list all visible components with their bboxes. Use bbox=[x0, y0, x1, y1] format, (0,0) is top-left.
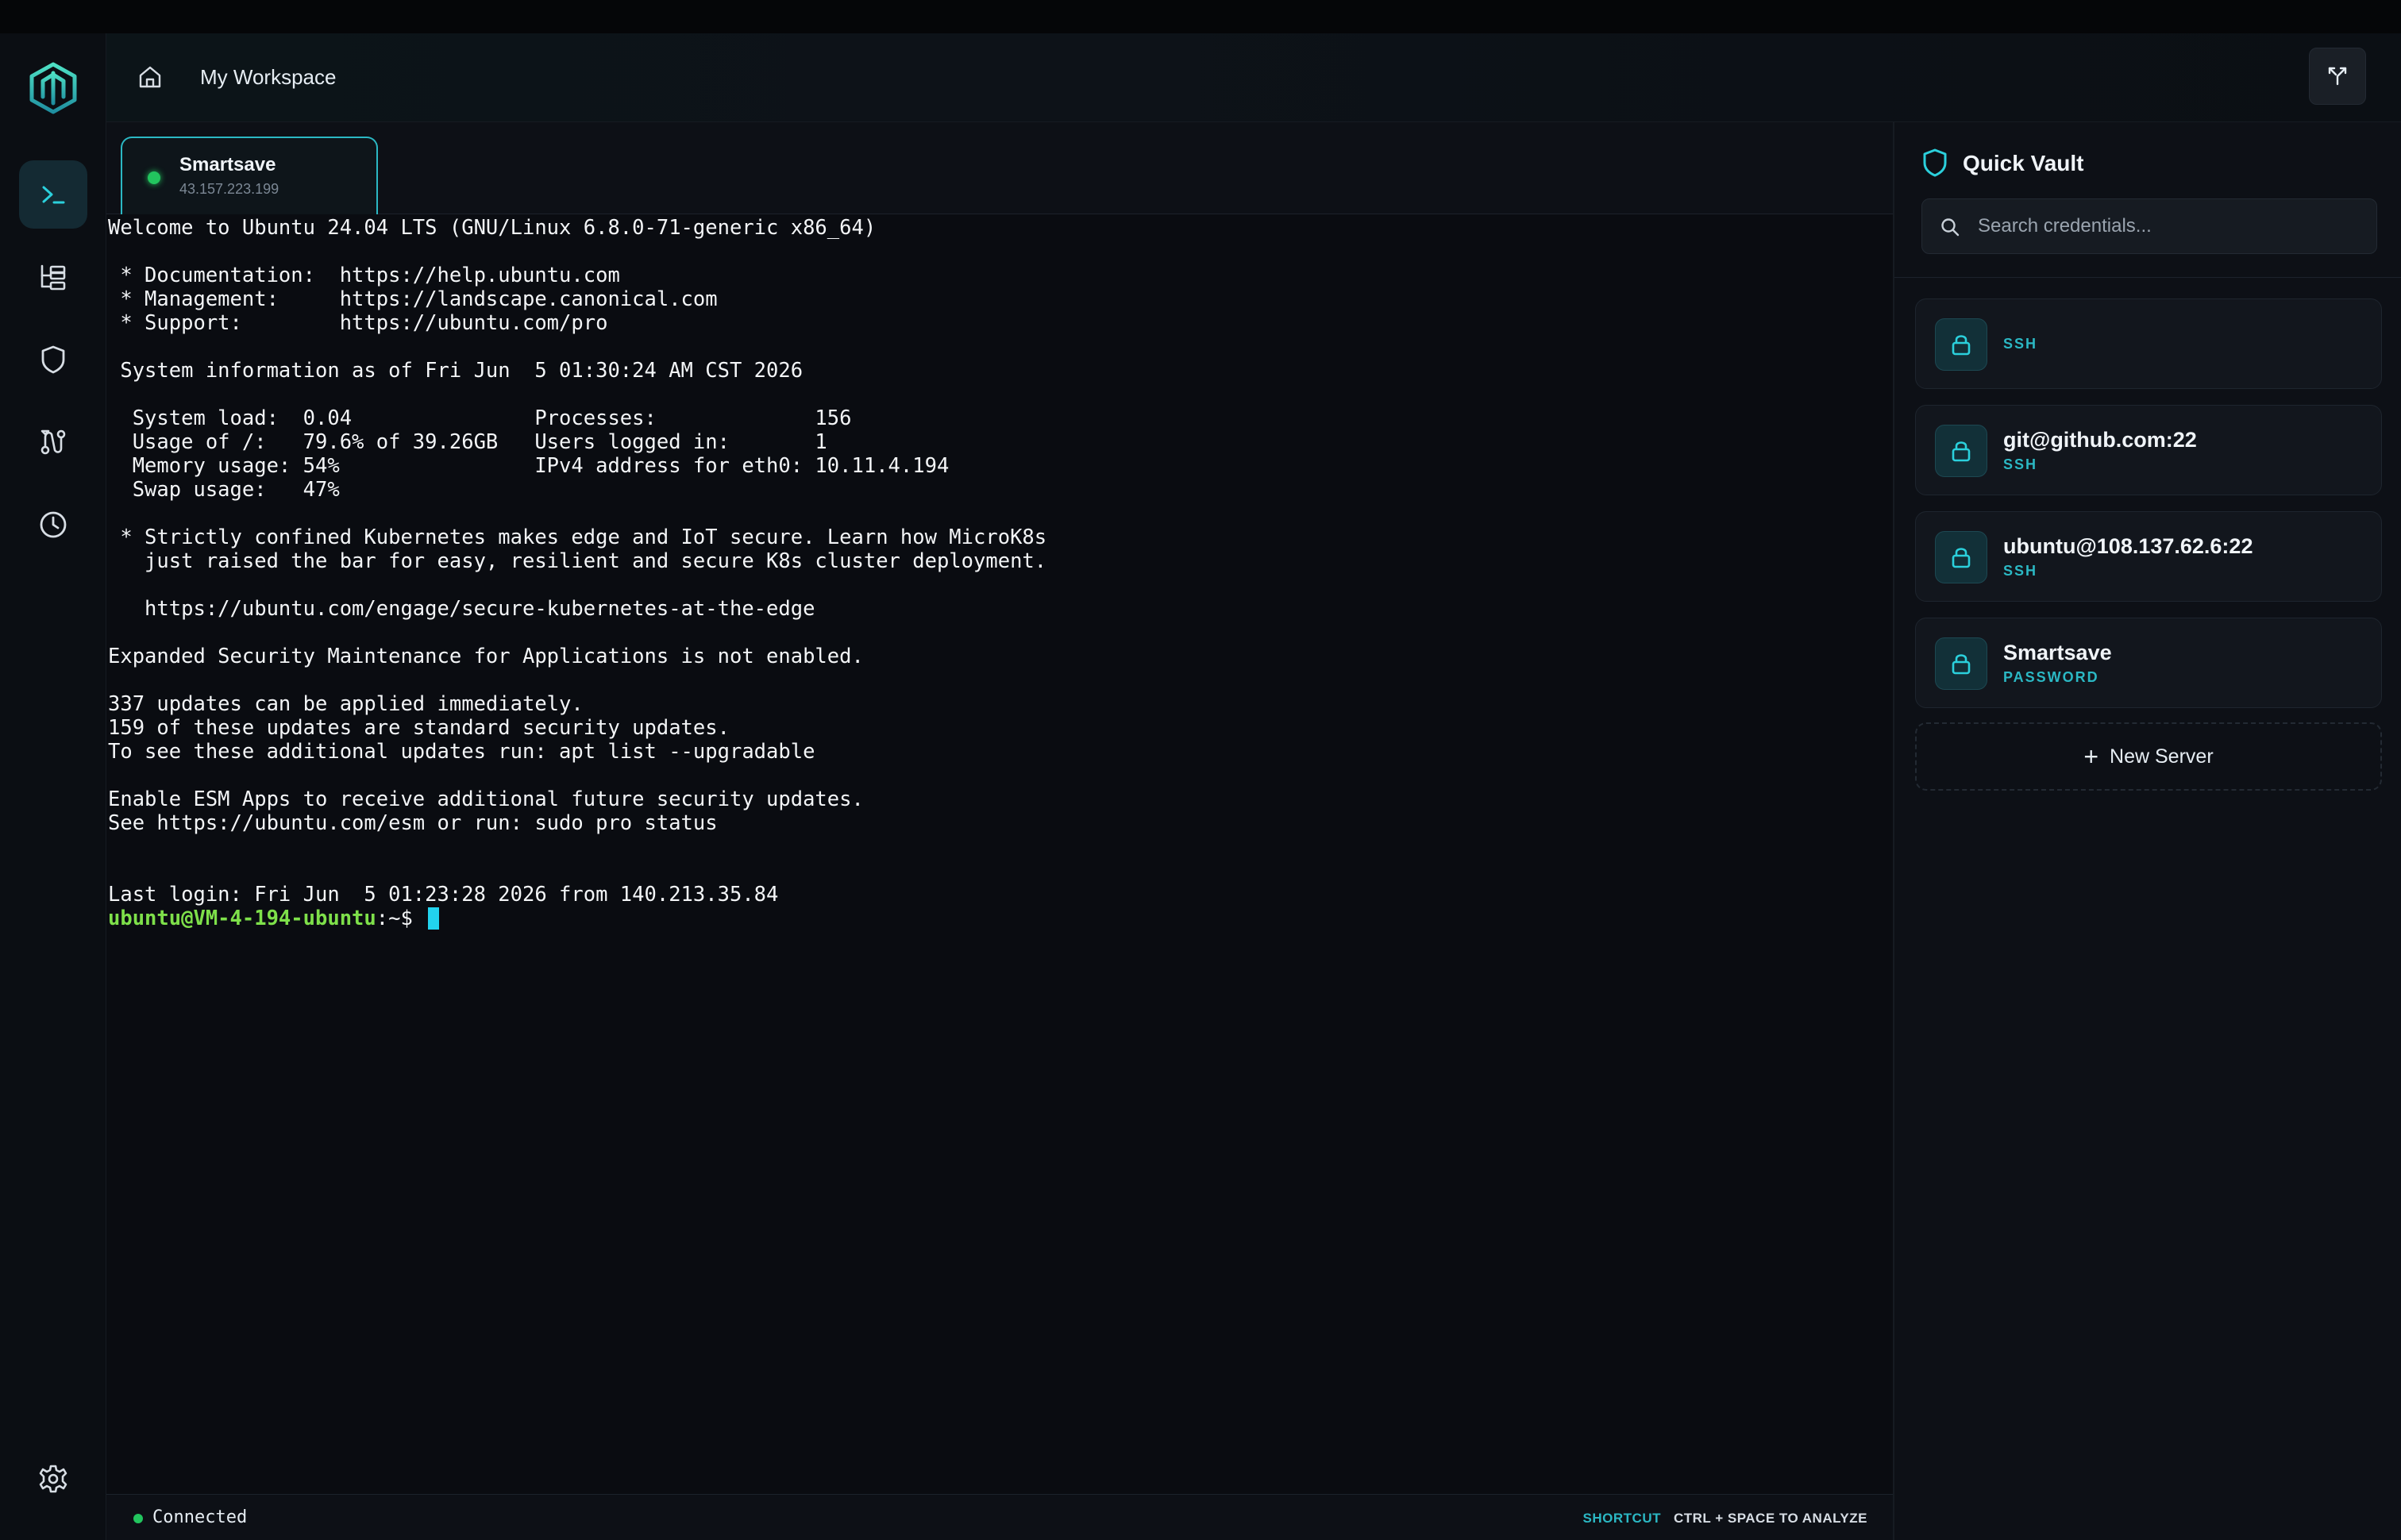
app-logo-icon bbox=[29, 62, 77, 114]
credential-type: SSH bbox=[2003, 336, 2038, 352]
settings-gear-icon bbox=[39, 1465, 67, 1493]
search-input[interactable] bbox=[1976, 199, 2365, 253]
terminal-line: * Documentation: https://help.ubuntu.com bbox=[108, 264, 620, 287]
prompt-user: ubuntu@VM-4-194-ubuntu bbox=[108, 907, 376, 930]
plus-icon: + bbox=[2083, 742, 2099, 771]
terminal-line: * Support: https://ubuntu.com/pro bbox=[108, 311, 608, 335]
nav-terminal[interactable] bbox=[19, 160, 87, 229]
credential-name: ubuntu@108.137.62.6:22 bbox=[2003, 534, 2253, 558]
lock-icon-box bbox=[1935, 425, 1987, 477]
new-server-button[interactable]: + New Server bbox=[1915, 722, 2382, 791]
lock-icon-box bbox=[1935, 318, 1987, 371]
lock-icon bbox=[1952, 335, 1971, 356]
credential-type: PASSWORD bbox=[2003, 669, 2099, 685]
shortcut-keys: CTRL + SPACE TO ANALYZE bbox=[1673, 1511, 1867, 1526]
history-clock-icon bbox=[40, 511, 67, 538]
lock-icon bbox=[1952, 654, 1971, 675]
online-status-dot bbox=[148, 171, 160, 184]
expand-button[interactable] bbox=[2309, 48, 2366, 105]
nav-routes[interactable] bbox=[19, 408, 87, 476]
connection-status-dot bbox=[133, 1514, 143, 1523]
folder-tree-icon bbox=[40, 264, 66, 291]
terminal-line: Welcome to Ubuntu 24.04 LTS (GNU/Linux 6… bbox=[108, 216, 877, 240]
shortcut-label: SHORTCUT bbox=[1582, 1511, 1661, 1526]
tab-name: Smartsave bbox=[179, 154, 276, 175]
quick-vault-panel: Quick Vault SSH git@github.com:22 SSH bbox=[1893, 122, 2401, 1540]
terminal-line: Swap usage: 47% bbox=[108, 478, 340, 502]
terminal-prompt-line[interactable]: ubuntu@VM-4-194-ubuntu:~$ bbox=[108, 907, 1893, 930]
terminal-icon bbox=[42, 186, 65, 204]
terminal-line: To see these additional updates run: apt… bbox=[108, 740, 815, 764]
sidebar bbox=[0, 33, 106, 1540]
expand-arrows-icon bbox=[2328, 67, 2347, 86]
terminal-line: System load: 0.04 Processes: 156 bbox=[108, 406, 852, 430]
credential-item[interactable]: git@github.com:22 SSH bbox=[1915, 405, 2382, 495]
search-icon bbox=[1941, 218, 1960, 237]
terminal-line: Expanded Security Maintenance for Applic… bbox=[108, 645, 864, 668]
home-icon[interactable] bbox=[137, 64, 164, 90]
lock-icon bbox=[1952, 441, 1971, 462]
route-icon bbox=[40, 429, 66, 455]
terminal-line: https://ubuntu.com/engage/secure-kuberne… bbox=[108, 597, 815, 621]
terminal-line: System information as of Fri Jun 5 01:30… bbox=[108, 359, 804, 383]
session-tabs: Smartsave 43.157.223.199 bbox=[106, 122, 1893, 216]
credential-name: Smartsave bbox=[2003, 641, 2112, 664]
terminal-line: Enable ESM Apps to receive additional fu… bbox=[108, 787, 864, 811]
new-server-label: New Server bbox=[2110, 745, 2214, 768]
lock-icon-box bbox=[1935, 637, 1987, 690]
terminal-cursor bbox=[428, 907, 440, 930]
terminal-line: 159 of these updates are standard securi… bbox=[108, 716, 730, 740]
status-bar: Connected SHORTCUT CTRL + SPACE TO ANALY… bbox=[106, 1494, 1893, 1540]
connection-status: Connected bbox=[152, 1507, 248, 1527]
shield-icon bbox=[41, 345, 65, 374]
credential-type: SSH bbox=[2003, 563, 2038, 579]
terminal-line: Usage of /: 79.6% of 39.26GB Users logge… bbox=[108, 430, 827, 454]
lock-icon-box bbox=[1935, 531, 1987, 583]
credential-item[interactable]: Smartsave PASSWORD bbox=[1915, 618, 2382, 708]
vault-title: Quick Vault bbox=[1963, 151, 2084, 175]
vault-header: Quick Vault bbox=[1894, 122, 2401, 278]
tab-smartsave[interactable]: Smartsave 43.157.223.199 bbox=[121, 137, 378, 216]
nav-file-tree[interactable] bbox=[19, 243, 87, 311]
terminal-line: * Management: https://landscape.canonica… bbox=[108, 287, 718, 311]
terminal-line: Memory usage: 54% IPv4 address for eth0:… bbox=[108, 454, 950, 478]
nav-vault[interactable] bbox=[19, 325, 87, 394]
credential-name: git@github.com:22 bbox=[2003, 428, 2197, 452]
credential-search[interactable] bbox=[1921, 198, 2377, 254]
shield-icon bbox=[1923, 148, 1947, 177]
settings-button[interactable] bbox=[19, 1445, 87, 1513]
terminal-line: See https://ubuntu.com/esm or run: sudo … bbox=[108, 811, 718, 835]
credential-item[interactable]: SSH bbox=[1915, 298, 2382, 389]
workspace-title[interactable]: My Workspace bbox=[200, 64, 336, 90]
prompt-path: :~$ bbox=[376, 907, 426, 930]
workspace-header: My Workspace bbox=[106, 33, 2401, 122]
nav-history[interactable] bbox=[19, 491, 87, 559]
terminal-line: * Strictly confined Kubernetes makes edg… bbox=[108, 526, 1047, 549]
lock-icon bbox=[1952, 548, 1971, 568]
credential-type: SSH bbox=[2003, 456, 2038, 472]
window-top-bar bbox=[0, 0, 2401, 33]
terminal-line: just raised the bar for easy, resilient … bbox=[108, 549, 1047, 573]
terminal-line: Last login: Fri Jun 5 01:23:28 2026 from… bbox=[108, 883, 779, 907]
terminal-line: 337 updates can be applied immediately. bbox=[108, 692, 584, 716]
credential-item[interactable]: ubuntu@108.137.62.6:22 SSH bbox=[1915, 511, 2382, 602]
terminal-output[interactable]: Welcome to Ubuntu 24.04 LTS (GNU/Linux 6… bbox=[106, 214, 1893, 1476]
tab-ip: 43.157.223.199 bbox=[179, 181, 279, 197]
